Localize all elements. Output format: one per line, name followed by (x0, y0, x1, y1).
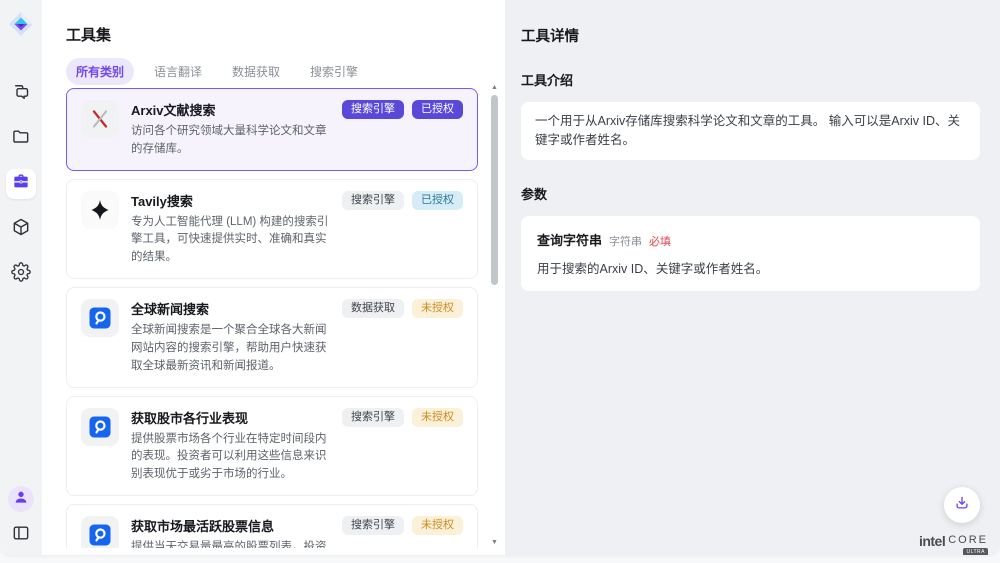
app-window: 工具集 所有类别 语言翻译 数据获取 搜索引擎 Arxiv文献搜索 访问各个研究… (0, 0, 1000, 555)
sidebar-item-chat[interactable] (6, 79, 36, 109)
tavily-star-icon (81, 191, 119, 229)
gear-icon (11, 262, 31, 287)
tab-all-categories[interactable]: 所有类别 (66, 58, 134, 85)
tool-title: 获取市场最活跃股票信息 (131, 516, 330, 535)
tool-description: 提供当天交易量最高的股票列表，投资者可以利用这些信息来识别流动性强的股票和潜在的… (131, 539, 330, 548)
folder-icon (11, 127, 31, 152)
intro-heading: 工具介绍 (521, 70, 980, 89)
app-logo-icon (8, 11, 34, 37)
sidebar-item-files[interactable] (6, 124, 36, 154)
tool-card-active-stocks[interactable]: 获取市场最活跃股票信息 提供当天交易量最高的股票列表，投资者可以利用这些信息来识… (66, 504, 478, 548)
chat-bubbles-icon (11, 82, 31, 107)
panel-left-icon (11, 530, 31, 547)
category-tabs: 所有类别 语言翻译 数据获取 搜索引擎 (66, 58, 368, 85)
tool-title: 全球新闻搜索 (131, 299, 330, 318)
tool-card-tavily[interactable]: Tavily搜索 专为人工智能代理 (LLM) 构建的搜索引擎工具，可快速提供实… (66, 179, 478, 279)
tool-description: 全球新闻搜索是一个聚合全球各大新闻网站内容的搜索引擎，帮助用户快速获取全球最新资… (131, 322, 330, 375)
scrollbar-thumb[interactable] (491, 95, 498, 285)
toolbox-icon (11, 172, 31, 197)
tool-description: 访问各个研究领域大量科学论文和文章的存储库。 (131, 123, 330, 159)
core-wordmark: core (948, 534, 988, 546)
param-name: 查询字符串 (537, 230, 602, 249)
tool-list: Arxiv文献搜索 访问各个研究领域大量科学论文和文章的存储库。 搜索引擎 已授… (66, 88, 478, 548)
parameter-card: 查询字符串 字符串 必填 用于搜索的Arxiv ID、关键字或作者姓名。 (521, 216, 980, 291)
tool-card-arxiv[interactable]: Arxiv文献搜索 访问各个研究领域大量科学论文和文章的存储库。 搜索引擎 已授… (66, 88, 478, 171)
scroll-up-arrow-icon[interactable]: ▲ (491, 84, 498, 91)
param-required-badge: 必填 (649, 233, 671, 249)
tool-description: 提供股票市场各个行业在特定时间段内的表现。投资者可以利用这些信息来识别表现优于或… (131, 431, 330, 484)
tools-panel: 工具集 所有类别 语言翻译 数据获取 搜索引擎 Arxiv文献搜索 访问各个研究… (42, 0, 505, 555)
auth-status-badge: 未授权 (412, 408, 463, 427)
download-icon (953, 494, 971, 517)
tool-detail-panel: 工具详情 工具介绍 一个用于从Arxiv存储库搜索科学论文和文章的工具。 输入可… (505, 0, 1000, 555)
cube-icon (11, 217, 31, 242)
category-badge: 搜索引擎 (342, 191, 404, 210)
tool-card-sector-performance[interactable]: 获取股市各行业表现 提供股票市场各个行业在特定时间段内的表现。投资者可以利用这些… (66, 396, 478, 496)
blue-search-q-icon (81, 516, 119, 548)
tab-search-engine[interactable]: 搜索引擎 (300, 58, 368, 85)
intel-wordmark: intel (919, 533, 945, 549)
scrollbar: ▲ ▼ (490, 84, 500, 546)
auth-status-badge: 未授权 (412, 516, 463, 535)
sidebar-item-tools[interactable] (6, 169, 36, 199)
arxiv-logo-icon (81, 100, 119, 138)
blue-search-q-icon (81, 299, 119, 337)
user-icon (13, 489, 29, 510)
tool-title: Arxiv文献搜索 (131, 100, 330, 119)
tool-title: 获取股市各行业表现 (131, 408, 330, 427)
sidebar-nav (6, 79, 36, 289)
tool-title: Tavily搜索 (131, 191, 330, 210)
page-title: 工具集 (66, 24, 111, 45)
detail-title: 工具详情 (521, 25, 980, 46)
tab-data-fetch[interactable]: 数据获取 (222, 58, 290, 85)
intel-core-logo: intel core ULTRA (919, 530, 988, 549)
scroll-down-arrow-icon[interactable]: ▼ (491, 539, 498, 546)
panel-toggle-button[interactable] (11, 523, 31, 543)
auth-status-badge: 已授权 (412, 100, 463, 119)
category-badge: 数据获取 (342, 299, 404, 318)
sidebar-bottom (8, 486, 34, 543)
category-badge: 搜索引擎 (342, 100, 404, 119)
category-badge: 搜索引擎 (342, 516, 404, 535)
download-button[interactable] (944, 487, 980, 523)
category-badge: 搜索引擎 (342, 408, 404, 427)
auth-status-badge: 未授权 (412, 299, 463, 318)
auth-status-badge: 已授权 (412, 191, 463, 210)
sidebar-rail (0, 0, 42, 555)
sidebar-item-packages[interactable] (6, 214, 36, 244)
ultra-badge: ULTRA (963, 548, 988, 555)
blue-search-q-icon (81, 408, 119, 446)
param-type: 字符串 (609, 233, 642, 249)
param-description: 用于搜索的Arxiv ID、关键字或作者姓名。 (537, 258, 964, 277)
user-avatar[interactable] (8, 486, 34, 512)
tab-translation[interactable]: 语言翻译 (144, 58, 212, 85)
sidebar-item-settings[interactable] (6, 259, 36, 289)
tool-card-global-news[interactable]: 全球新闻搜索 全球新闻搜索是一个聚合全球各大新闻网站内容的搜索引擎，帮助用户快速… (66, 287, 478, 387)
tool-description: 专为人工智能代理 (LLM) 构建的搜索引擎工具，可快速提供实时、准确和真实的结… (131, 214, 330, 267)
params-heading: 参数 (521, 184, 980, 203)
intro-text-box: 一个用于从Arxiv存储库搜索科学论文和文章的工具。 输入可以是Arxiv ID… (521, 102, 980, 160)
